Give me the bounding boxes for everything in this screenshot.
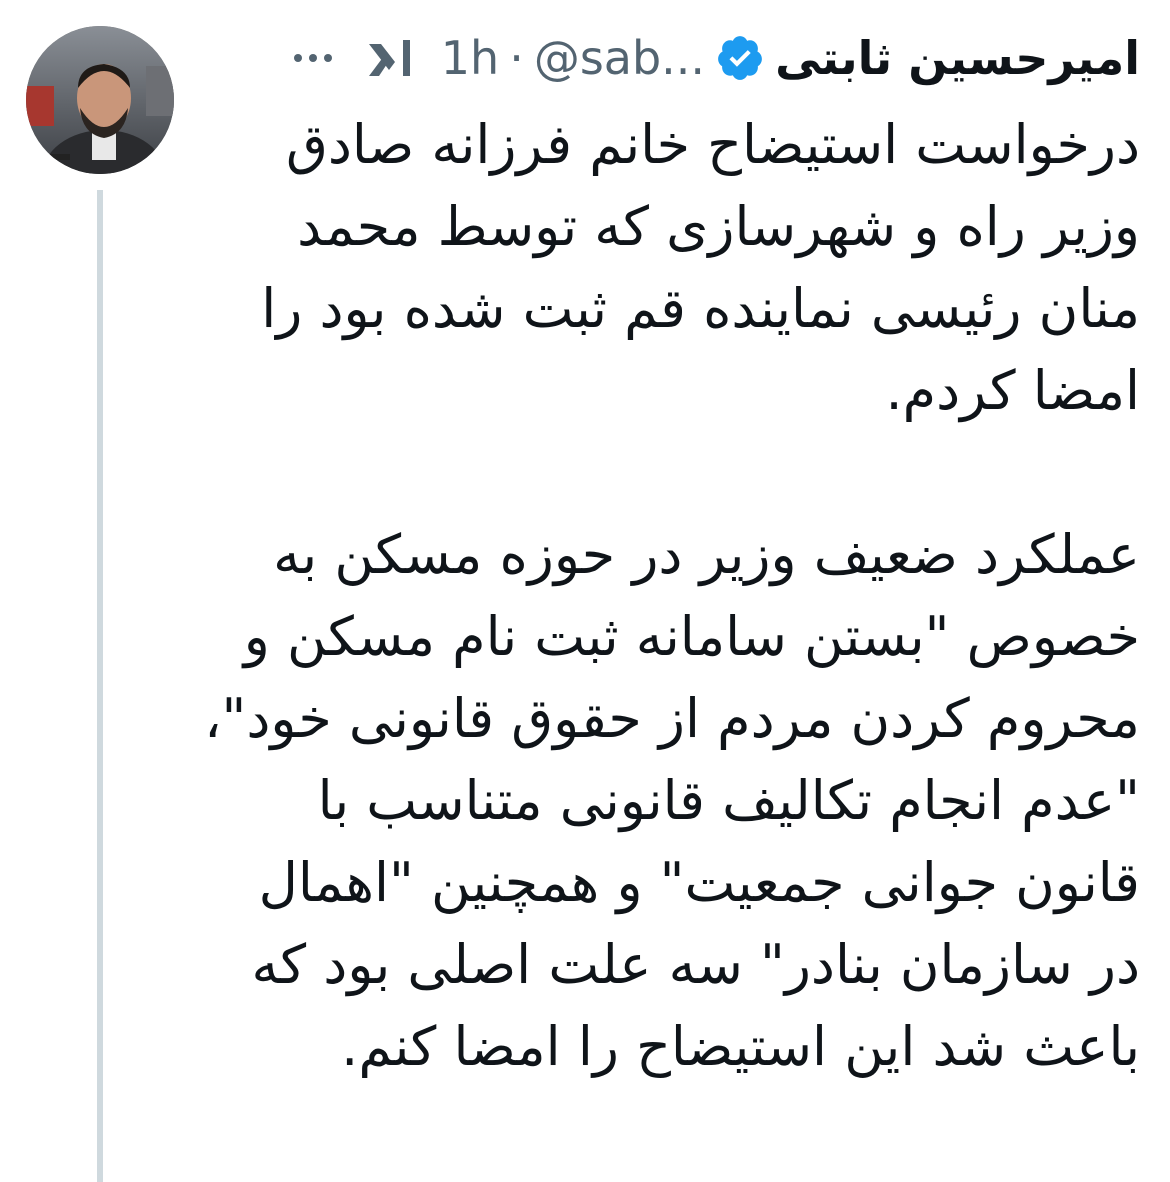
tweet-time[interactable]: 1h [441, 31, 499, 85]
verified-badge-icon [718, 36, 762, 80]
thread-connector-line [97, 190, 103, 1182]
author-name[interactable]: امیرحسین ثابتی [775, 31, 1140, 85]
avatar-image [26, 26, 174, 174]
xai-grok-icon[interactable] [365, 36, 417, 80]
tweet-header: امیرحسین ثابتی @sab... · 1h [291, 18, 1140, 98]
author-handle[interactable]: @sab... [534, 31, 705, 85]
tweet-paragraph-2: عملکرد ضعیف وزیر در حوزه مسکن به خصوص "ب… [204, 523, 1140, 1078]
separator-dot: · [509, 31, 524, 85]
more-options-icon[interactable] [291, 48, 335, 68]
tweet-paragraph-1: درخواست استیضاح خانم فرزانه صادق وزیر را… [261, 113, 1140, 422]
avatar[interactable] [26, 26, 174, 174]
tweet-text: درخواست استیضاح خانم فرزانه صادق وزیر را… [200, 104, 1140, 1088]
